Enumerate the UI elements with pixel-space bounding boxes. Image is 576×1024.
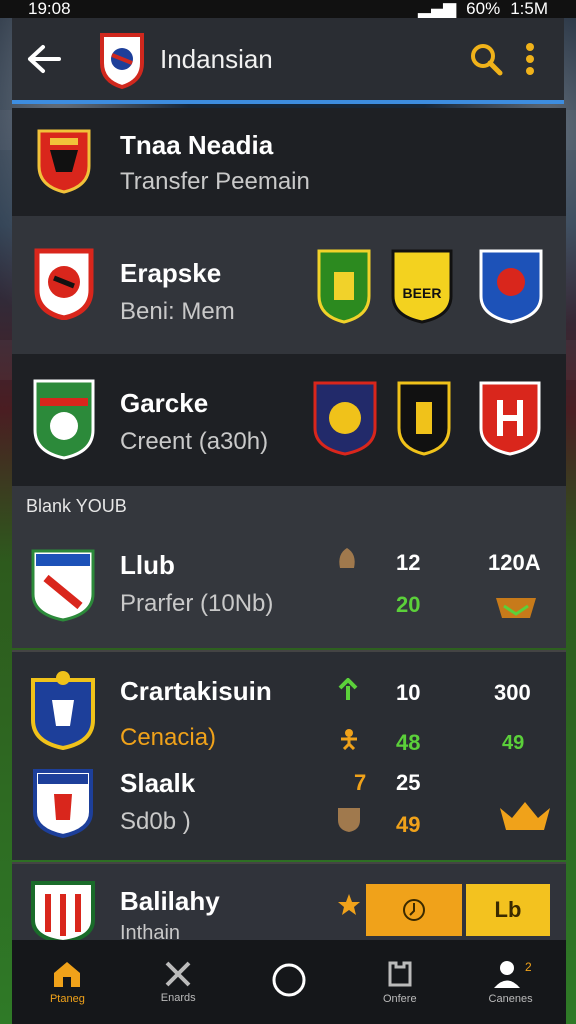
club-name: Crartakisuin bbox=[120, 676, 272, 706]
club-crest-navy bbox=[313, 381, 377, 456]
back-button[interactable] bbox=[14, 29, 74, 89]
signal-icon: ▂▄▆ bbox=[417, 0, 457, 18]
clock-icon bbox=[403, 899, 425, 921]
crest-badge-text: BEER bbox=[403, 285, 442, 301]
stat-value: 49 bbox=[502, 732, 525, 754]
status-bar: 19:08 ▂▄▆ 60% 1:5M bbox=[0, 0, 576, 18]
stat-value: 48 bbox=[396, 730, 421, 755]
nav-label: Enards bbox=[160, 992, 196, 1004]
player-icon bbox=[341, 729, 357, 750]
club-crest bbox=[33, 769, 93, 838]
nav-label: Onfere bbox=[382, 993, 417, 1005]
section-label: Blank YOUB bbox=[26, 496, 127, 516]
club-name: Erapske bbox=[120, 258, 222, 288]
club-crest-blue bbox=[479, 249, 543, 324]
app-bar: Indansian bbox=[12, 18, 564, 104]
club-name: Llub bbox=[120, 550, 175, 580]
status-clock: 1:5M bbox=[510, 0, 548, 18]
circle-icon bbox=[272, 963, 306, 997]
stat-value: 300 bbox=[494, 680, 531, 705]
lb-label: Lb bbox=[494, 897, 522, 922]
stat-value: 25 bbox=[396, 770, 421, 795]
more-button[interactable] bbox=[508, 37, 552, 81]
nav-item-center[interactable] bbox=[239, 962, 339, 1002]
club-group: Crartakisuin Cenacia) 10 300 48 49 Slaal… bbox=[12, 650, 566, 860]
club-crest bbox=[31, 881, 95, 942]
club-subtitle: Creent (a30h) bbox=[120, 428, 269, 455]
club-crest-black bbox=[397, 381, 451, 456]
club-name: Slaalk bbox=[120, 768, 196, 798]
trophy-icon bbox=[496, 598, 536, 618]
lb-button[interactable]: Lb bbox=[466, 884, 550, 936]
league-logo bbox=[100, 33, 144, 89]
club-crest bbox=[31, 549, 95, 622]
club-crest-green bbox=[317, 249, 371, 324]
nav-label: Ptaneg bbox=[49, 993, 85, 1005]
club-subtitle: Transfer Peemain bbox=[120, 168, 310, 195]
action-buttons: Lb bbox=[366, 884, 550, 936]
clock-button[interactable] bbox=[366, 884, 462, 936]
search-icon bbox=[471, 44, 503, 76]
battery-level: 60% bbox=[466, 0, 501, 18]
stat-value: 120A bbox=[488, 550, 541, 575]
stat-value: 49 bbox=[396, 812, 421, 837]
ball-icon bbox=[339, 548, 355, 568]
stat-value: 10 bbox=[396, 680, 421, 705]
back-arrow-icon bbox=[28, 45, 61, 73]
status-time: 19:08 bbox=[28, 0, 71, 18]
club-subtitle: Sd0b ) bbox=[120, 808, 191, 835]
home-icon bbox=[54, 962, 81, 987]
stat-value: 7 bbox=[354, 770, 367, 795]
club-crest bbox=[37, 129, 91, 194]
nav-item-close[interactable]: Enards bbox=[128, 960, 228, 1004]
page-title: Indansian bbox=[160, 43, 273, 74]
search-button[interactable] bbox=[464, 37, 508, 81]
club-crest bbox=[33, 379, 95, 460]
nav-label: Canenes bbox=[488, 993, 533, 1005]
svg-text:2: 2 bbox=[525, 960, 531, 974]
list-item[interactable]: Erapske Beni: Mem BEER bbox=[12, 216, 566, 354]
nav-item-onfere[interactable]: Onfere bbox=[350, 959, 450, 1005]
club-name: Tnaa Neadia bbox=[120, 130, 274, 160]
club-crest-red bbox=[479, 381, 541, 456]
close-icon bbox=[165, 961, 191, 987]
bottom-nav: Ptaneg Enards Onfere 2 Canenes bbox=[12, 940, 566, 1024]
club-section: Blank YOUB Llub Prarfer (10Nb) 12 20 120… bbox=[12, 486, 566, 648]
club-crest bbox=[34, 248, 94, 320]
club-name: Balilahy bbox=[120, 886, 220, 916]
stat-value: 20 bbox=[396, 592, 421, 617]
user-icon: 2 bbox=[493, 960, 531, 988]
status-icons: ▂▄▆ 60% 1:5M bbox=[418, 0, 548, 18]
nav-item-profile[interactable]: 2 Canenes bbox=[461, 959, 561, 1005]
club-crest bbox=[31, 671, 95, 750]
square-icon bbox=[388, 961, 412, 987]
arrow-up-icon bbox=[338, 678, 358, 700]
list-item[interactable]: Tnaa Neadia Transfer Peemain bbox=[12, 108, 566, 216]
star-icon bbox=[338, 894, 360, 915]
club-subtitle: Cenacia) bbox=[120, 724, 217, 751]
club-subtitle: Beni: Mem bbox=[120, 298, 235, 325]
list-item[interactable]: Garcke Creent (a30h) bbox=[12, 354, 566, 486]
shield-icon bbox=[338, 808, 360, 832]
list-item[interactable]: Balilahy Inthain Lb bbox=[12, 862, 566, 944]
club-crest-yellow: BEER bbox=[391, 249, 453, 324]
club-subtitle: Prarfer (10Nb) bbox=[120, 590, 274, 617]
stat-value: 12 bbox=[396, 550, 421, 575]
more-vertical-icon bbox=[526, 43, 534, 75]
nav-item-home[interactable]: Ptaneg bbox=[17, 959, 117, 1005]
club-name: Garcke bbox=[120, 388, 209, 418]
crown-icon bbox=[500, 802, 550, 830]
